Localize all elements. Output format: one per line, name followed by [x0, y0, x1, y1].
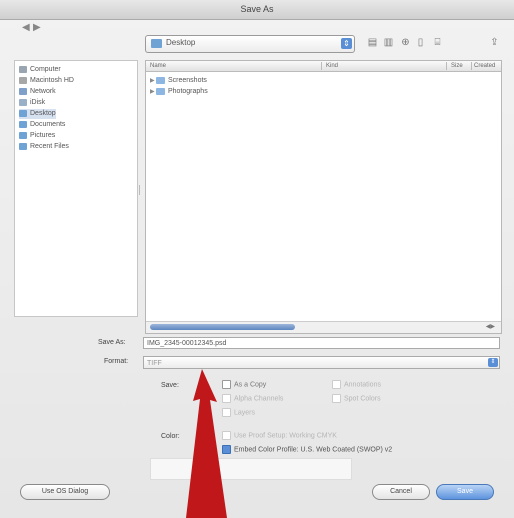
- annotation-arrow-icon: [186, 369, 227, 518]
- save-as-dialog: Save As ◀ ▶ Desktop ⇕ ▤ ▥ ⊕ ▯ ⌸ ⇪ Comput…: [0, 0, 514, 518]
